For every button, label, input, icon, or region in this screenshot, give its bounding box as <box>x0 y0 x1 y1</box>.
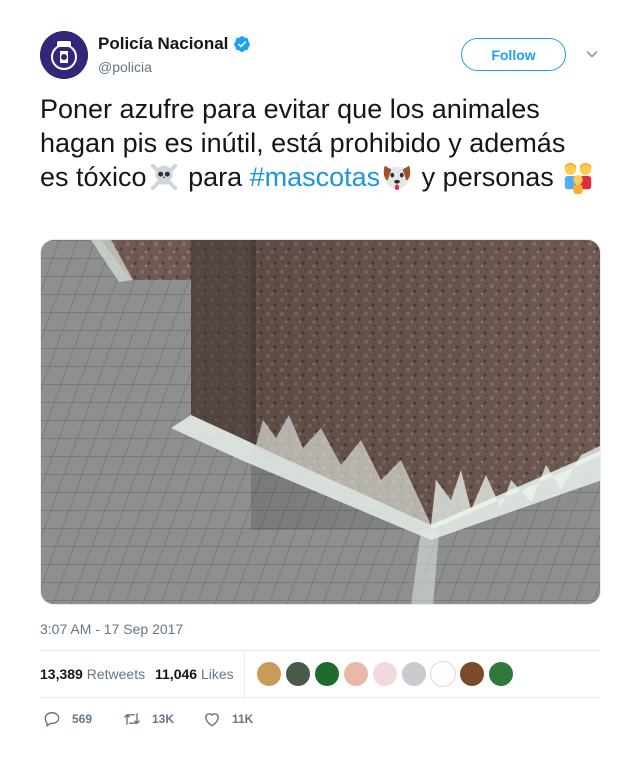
liker-avatar[interactable] <box>314 661 340 687</box>
verified-badge-icon <box>234 36 251 52</box>
liker-avatar[interactable] <box>488 661 514 687</box>
account-name-row[interactable]: Policía Nacional <box>98 33 251 55</box>
retweet-button[interactable]: 13K <box>122 706 174 732</box>
likes-stat[interactable]: 11,046 Likes <box>155 665 234 683</box>
like-button[interactable]: 11K <box>202 706 253 732</box>
retweets-stat[interactable]: 13,389 Retweets <box>40 665 145 683</box>
divider <box>40 697 600 698</box>
tweet-actions: 569 13K 11K <box>40 706 600 732</box>
likes-label: Likes <box>200 666 234 682</box>
tweet-text-part3: y personas <box>414 162 554 192</box>
tweet-text-part2: para <box>180 162 250 192</box>
heart-icon <box>205 713 219 727</box>
reply-icon <box>44 712 60 727</box>
sidewalk-photo-image <box>41 240 600 604</box>
like-count: 11K <box>232 712 254 726</box>
account-handle[interactable]: @policia <box>98 57 251 77</box>
retweets-label: Retweets <box>86 666 146 682</box>
reply-button[interactable]: 569 <box>42 706 92 732</box>
liker-avatar[interactable] <box>459 661 485 687</box>
account-avatar[interactable] <box>40 31 88 79</box>
account-name[interactable]: Policía Nacional <box>98 33 228 55</box>
follow-button[interactable]: Follow <box>461 38 566 71</box>
tweet-header: Policía Nacional @policia Follow <box>40 31 600 79</box>
reply-count: 569 <box>72 712 93 726</box>
liker-avatar[interactable] <box>256 661 282 687</box>
liker-avatar[interactable] <box>430 661 456 687</box>
likes-count: 11,046 <box>155 666 198 682</box>
chevron-down-icon[interactable] <box>585 47 599 61</box>
liker-avatar[interactable] <box>372 661 398 687</box>
liker-avatar[interactable] <box>285 661 311 687</box>
tweet-text: Poner azufre para evitar que los animale… <box>40 92 600 194</box>
hashtag-link[interactable]: #mascotas <box>250 162 381 192</box>
skull-crossbones-icon <box>150 163 177 191</box>
retweet-icon <box>124 713 140 725</box>
tweet-timestamp[interactable]: 3:07 AM - 17 Sep 2017 <box>40 620 183 638</box>
tweet-photo[interactable] <box>40 239 601 605</box>
liker-avatar[interactable] <box>343 661 369 687</box>
stats-separator <box>244 651 245 697</box>
liker-avatar[interactable] <box>401 661 427 687</box>
account-names: Policía Nacional @policia <box>98 33 251 77</box>
retweet-count: 13K <box>152 712 175 726</box>
family-icon <box>565 162 592 194</box>
retweets-count: 13,389 <box>40 666 83 682</box>
tweet-stats: 13,389 Retweets 11,046 Likes <box>40 651 600 697</box>
dog-face-icon <box>383 165 411 191</box>
